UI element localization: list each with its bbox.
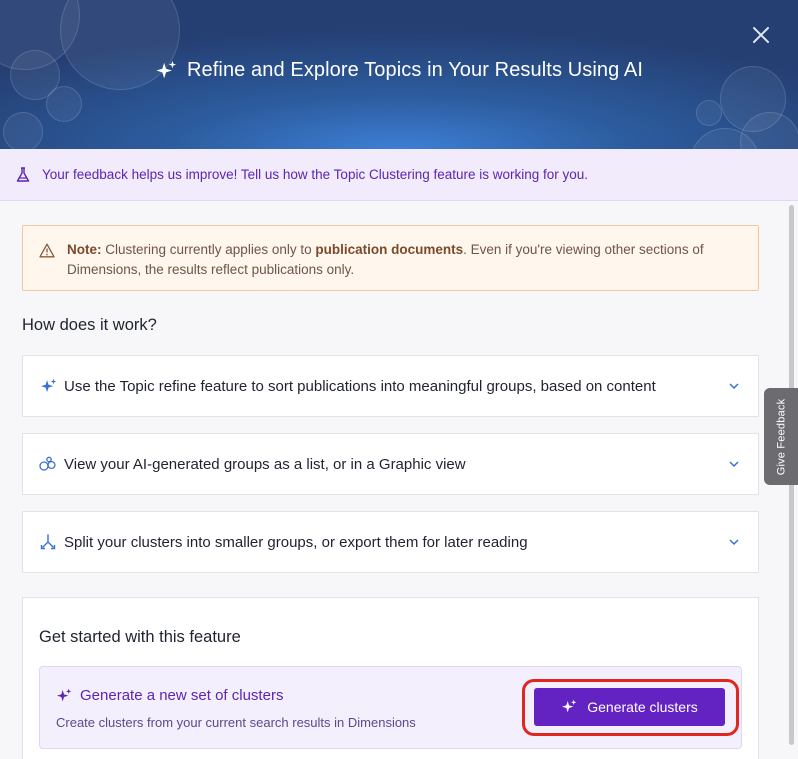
decorative-bubble: [46, 86, 82, 122]
topic-clustering-modal: Refine and Explore Topics in Your Result…: [0, 0, 798, 759]
give-feedback-label: Give Feedback: [775, 398, 787, 475]
flask-icon: [16, 166, 30, 182]
close-icon[interactable]: [750, 24, 772, 46]
feedback-banner[interactable]: Your feedback helps us improve! Tell us …: [0, 149, 798, 201]
decorative-bubble: [696, 100, 722, 126]
modal-title-text: Refine and Explore Topics in Your Result…: [186, 59, 643, 81]
give-feedback-tab[interactable]: Give Feedback: [764, 388, 798, 485]
generate-clusters-button-label: Generate clusters: [587, 699, 698, 715]
generate-clusters-button[interactable]: Generate clusters: [534, 688, 725, 726]
sparkle-icon: [40, 378, 56, 392]
warning-icon: [39, 243, 55, 258]
sparkle-icon: [562, 699, 577, 713]
how-it-works-heading: How does it work?: [22, 316, 157, 334]
note-text-part1: Clustering currently applies only to: [101, 242, 316, 257]
note-bold-term: publication documents: [315, 242, 464, 257]
accordion-item-topic-refine[interactable]: Use the Topic refine feature to sort pub…: [22, 355, 759, 417]
generate-clusters-title: Generate a new set of clusters: [56, 687, 283, 704]
bubbles-icon: [39, 456, 56, 471]
sparkle-icon: [156, 60, 177, 78]
chevron-down-icon: [729, 383, 739, 390]
accordion-item-split-export[interactable]: Split your clusters into smaller groups,…: [22, 511, 759, 573]
generate-clusters-panel: Generate a new set of clusters Create cl…: [39, 666, 742, 749]
split-icon: [40, 534, 56, 550]
accordion-label: Split your clusters into smaller groups,…: [64, 533, 528, 551]
chevron-down-icon: [729, 539, 739, 546]
modal-header: Refine and Explore Topics in Your Result…: [0, 0, 798, 149]
get-started-card: Get started with this feature Generate a…: [22, 597, 759, 759]
note-prefix: Note:: [67, 242, 102, 257]
get-started-heading: Get started with this feature: [39, 628, 241, 646]
accordion-label: View your AI-generated groups as a list,…: [64, 455, 466, 473]
modal-title: Refine and Explore Topics in Your Result…: [0, 59, 798, 82]
accordion-label: Use the Topic refine feature to sort pub…: [64, 377, 656, 395]
chevron-down-icon: [729, 461, 739, 468]
note-alert: Note: Clustering currently applies only …: [22, 225, 759, 291]
generate-clusters-subtitle: Create clusters from your current search…: [56, 715, 416, 730]
decorative-bubble: [3, 112, 43, 149]
sparkle-icon: [57, 688, 72, 701]
accordion-item-graphic-view[interactable]: View your AI-generated groups as a list,…: [22, 433, 759, 495]
feedback-banner-text: Your feedback helps us improve! Tell us …: [42, 167, 589, 182]
generate-clusters-title-text: Generate a new set of clusters: [80, 687, 284, 704]
